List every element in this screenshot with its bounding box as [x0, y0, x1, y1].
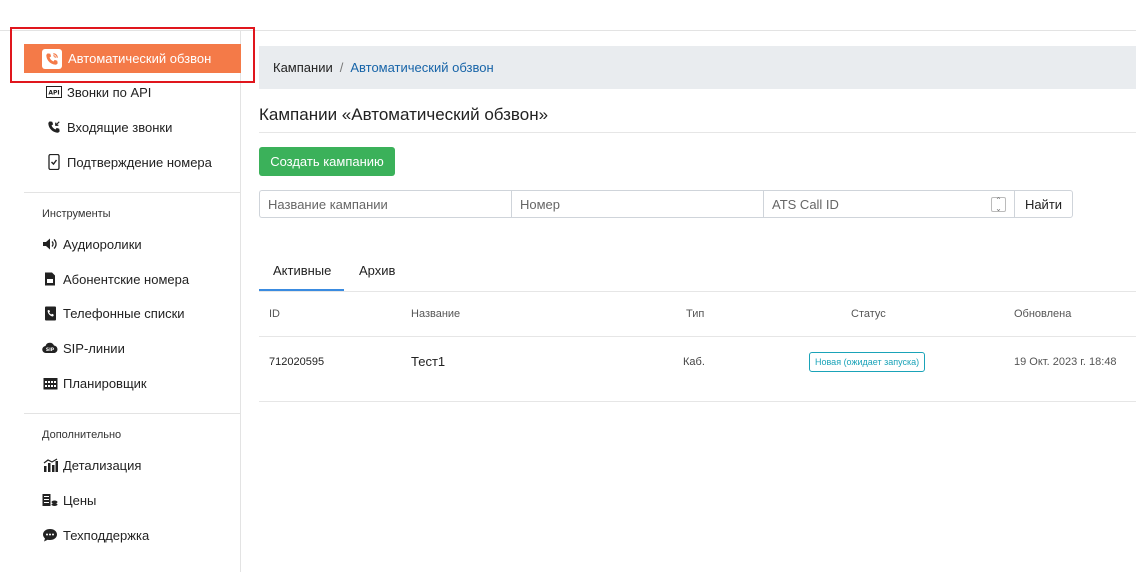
sidebar-item-label: Детализация	[63, 457, 142, 473]
sidebar-item-label: SIP-линии	[63, 340, 125, 356]
chat-icon	[42, 527, 58, 543]
svg-text:SIP: SIP	[46, 347, 55, 353]
cell-name[interactable]: Тест1	[411, 354, 445, 369]
speaker-icon	[42, 236, 58, 252]
sidebar-item-scheduler[interactable]: Планировщик	[42, 375, 147, 391]
table-row-divider	[259, 401, 1136, 402]
breadcrumb: Кампании / Автоматический обзвон	[259, 46, 1136, 89]
sidebar-item-label: Цены	[63, 492, 97, 508]
sim-card-icon	[42, 271, 58, 287]
incoming-call-icon	[46, 119, 62, 135]
column-header-name: Название	[411, 308, 461, 320]
sidebar-item-audio[interactable]: Аудиоролики	[42, 236, 142, 252]
column-header-type: Тип	[686, 308, 705, 320]
breadcrumb-current[interactable]: Автоматический обзвон	[350, 60, 493, 75]
ats-call-id-placeholder: ATS Call ID	[772, 196, 839, 212]
sidebar-item-support[interactable]: Техподдержка	[42, 527, 149, 543]
section-title-tools: Инструменты	[42, 208, 111, 220]
sidebar-divider	[24, 413, 241, 414]
filter-bar: Название кампании Номер ATS Call ID ⌃ ⌄ Н…	[259, 190, 1073, 218]
sidebar-item-label: Звонки по API	[67, 84, 152, 100]
status-badge: Новая (ожидает запуска)	[809, 352, 926, 372]
tab-archive[interactable]: Архив	[359, 263, 395, 278]
sidebar-item-number-confirmation[interactable]: Подтверждение номера	[46, 154, 212, 170]
table-header-divider	[259, 336, 1136, 337]
column-header-id: ID	[269, 308, 280, 320]
sidebar-item-label: Телефонные списки	[63, 305, 185, 321]
sidebar-item-subscriber-numbers[interactable]: Абонентские номера	[42, 271, 189, 287]
create-campaign-button[interactable]: Создать кампанию	[259, 147, 395, 176]
sidebar-item-sip-lines[interactable]: SIP SIP-линии	[42, 340, 125, 356]
section-title-extra: Дополнительно	[42, 429, 122, 441]
sidebar-divider	[24, 192, 241, 193]
column-header-updated: Обновлена	[1014, 308, 1072, 320]
phone-check-icon	[46, 154, 62, 170]
stepper-icon[interactable]: ⌃ ⌄	[991, 196, 1006, 212]
tabs-divider	[259, 291, 1136, 292]
breadcrumb-separator: /	[339, 60, 344, 75]
sidebar-item-phone-lists[interactable]: Телефонные списки	[42, 305, 185, 321]
sidebar-item-label: Техподдержка	[63, 527, 150, 543]
money-icon	[42, 492, 58, 508]
sidebar-item-prices[interactable]: Цены	[42, 492, 96, 508]
number-input[interactable]: Номер	[511, 190, 763, 218]
svg-text:API: API	[48, 90, 59, 97]
tab-active[interactable]: Активные	[273, 263, 331, 278]
sidebar-item-label: Подтверждение номера	[67, 154, 212, 170]
campaign-name-input[interactable]: Название кампании	[259, 190, 511, 218]
chart-icon	[42, 457, 58, 473]
find-button[interactable]: Найти	[1014, 190, 1073, 218]
sidebar: Автоматический обзвон API Звонки по API …	[0, 27, 255, 572]
cell-type: Каб.	[683, 356, 705, 368]
ats-call-id-input[interactable]: ATS Call ID ⌃ ⌄	[763, 190, 1014, 218]
phone-book-icon	[42, 305, 58, 321]
title-divider	[259, 132, 1136, 133]
sidebar-item-label: Аудиоролики	[63, 236, 142, 252]
sidebar-item-label: Входящие звонки	[67, 119, 173, 135]
sidebar-item-label: Планировщик	[63, 375, 147, 391]
cell-updated: 19 Окт. 2023 г. 18:48	[1014, 356, 1117, 368]
cell-id: 712020595	[269, 356, 325, 368]
api-icon: API	[46, 84, 62, 100]
sidebar-item-incoming-calls[interactable]: Входящие звонки	[46, 119, 172, 135]
sidebar-item-details[interactable]: Детализация	[42, 457, 141, 473]
calendar-icon	[42, 375, 58, 391]
breadcrumb-root[interactable]: Кампании	[273, 60, 333, 75]
page-title: Кампании «Автоматический обзвон»	[259, 105, 549, 124]
sidebar-item-api-calls[interactable]: API Звонки по API	[46, 84, 151, 100]
sip-cloud-icon: SIP	[42, 340, 58, 356]
sidebar-item-label: Абонентские номера	[63, 271, 190, 287]
column-header-status: Статус	[851, 308, 886, 320]
highlight-frame	[10, 27, 255, 83]
